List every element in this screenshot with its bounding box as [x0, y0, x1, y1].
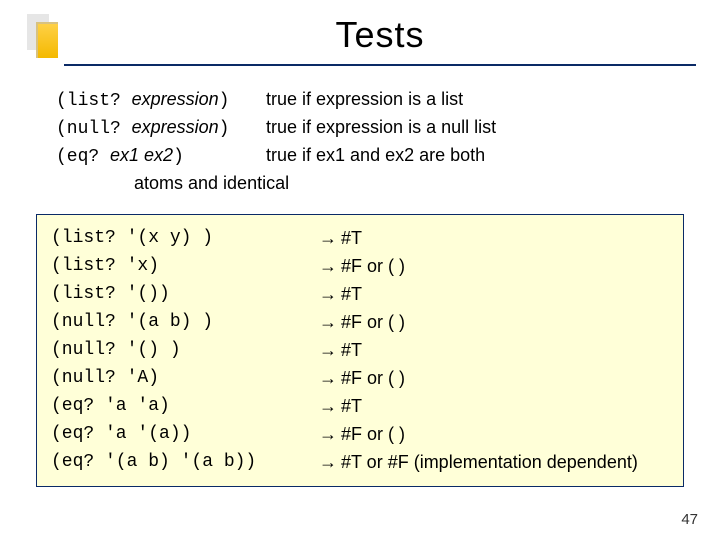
example-result: →#F or ( )	[319, 253, 405, 281]
example-result: →#T	[319, 225, 362, 253]
def-row: (null? expression) true if expression is…	[56, 114, 720, 142]
def-arg: expression	[132, 117, 219, 137]
result-text: #F or ( )	[341, 256, 405, 276]
example-result: →#T	[319, 393, 362, 421]
example-result: →#T	[319, 281, 362, 309]
example-row: (eq? 'a '(a)) →#F or ( )	[51, 421, 669, 449]
example-result: →#F or ( )	[319, 309, 405, 337]
result-text: #F or ( )	[341, 368, 405, 388]
page-number: 47	[681, 511, 698, 528]
def-close: )	[219, 91, 230, 111]
result-text: #F or ( )	[341, 424, 405, 444]
arrow-icon: →	[319, 340, 337, 360]
example-expr: (null? 'A)	[51, 365, 319, 393]
example-row: (eq? '(a b) '(a b)) →#T or #F (implement…	[51, 449, 669, 477]
def-arg: ex1 ex2	[110, 145, 173, 165]
example-expr: (eq? 'a 'a)	[51, 393, 319, 421]
def-row: (list? expression) true if expression is…	[56, 86, 720, 114]
def-left: (eq? ex1 ex2)	[56, 142, 266, 170]
example-result: →#T	[319, 337, 362, 365]
example-row: (list? 'x) →#F or ( )	[51, 253, 669, 281]
example-result: →#F or ( )	[319, 421, 405, 449]
example-result: →#F or ( )	[319, 365, 405, 393]
result-text: #T	[341, 228, 362, 248]
slide-title: Tests	[40, 14, 720, 56]
arrow-icon: →	[319, 284, 337, 304]
example-expr: (list? '())	[51, 281, 319, 309]
result-text: #F or ( )	[341, 312, 405, 332]
def-close: )	[219, 119, 230, 139]
result-text: #T	[341, 396, 362, 416]
definitions: (list? expression) true if expression is…	[56, 86, 720, 196]
accent-block	[36, 22, 58, 58]
def-desc: true if expression is a list	[266, 86, 463, 114]
arrow-icon: →	[319, 396, 337, 416]
def-continuation: atoms and identical	[134, 170, 720, 196]
def-left: (null? expression)	[56, 114, 266, 142]
example-row: (null? 'A) →#F or ( )	[51, 365, 669, 393]
example-row: (list? '(x y) ) →#T	[51, 225, 669, 253]
def-close: )	[173, 147, 184, 167]
def-code: (null?	[56, 119, 132, 139]
arrow-icon: →	[319, 368, 337, 388]
def-left: (list? expression)	[56, 86, 266, 114]
def-row: (eq? ex1 ex2) true if ex1 and ex2 are bo…	[56, 142, 720, 170]
title-area: Tests	[0, 0, 720, 72]
def-arg: expression	[132, 89, 219, 109]
result-text: #T	[341, 284, 362, 304]
example-result: →#T or #F (implementation dependent)	[319, 449, 638, 477]
example-expr: (null? '() )	[51, 337, 319, 365]
result-text: #T	[341, 340, 362, 360]
arrow-icon: →	[319, 424, 337, 444]
example-row: (null? '() ) →#T	[51, 337, 669, 365]
example-expr: (null? '(a b) )	[51, 309, 319, 337]
title-rule	[64, 64, 696, 66]
result-text: #T or #F (implementation dependent)	[341, 452, 638, 472]
example-expr: (list? '(x y) )	[51, 225, 319, 253]
example-expr: (eq? '(a b) '(a b))	[51, 449, 319, 477]
example-row: (eq? 'a 'a) →#T	[51, 393, 669, 421]
arrow-icon: →	[319, 228, 337, 248]
example-expr: (eq? 'a '(a))	[51, 421, 319, 449]
arrow-icon: →	[319, 256, 337, 276]
example-row: (list? '()) →#T	[51, 281, 669, 309]
arrow-icon: →	[319, 312, 337, 332]
def-desc: true if expression is a null list	[266, 114, 496, 142]
arrow-icon: →	[319, 452, 337, 472]
example-expr: (list? 'x)	[51, 253, 319, 281]
def-code: (eq?	[56, 147, 110, 167]
example-row: (null? '(a b) ) →#F or ( )	[51, 309, 669, 337]
def-desc: true if ex1 and ex2 are both	[266, 142, 485, 170]
def-code: (list?	[56, 91, 132, 111]
example-box: (list? '(x y) ) →#T (list? 'x) →#F or ( …	[36, 214, 684, 487]
